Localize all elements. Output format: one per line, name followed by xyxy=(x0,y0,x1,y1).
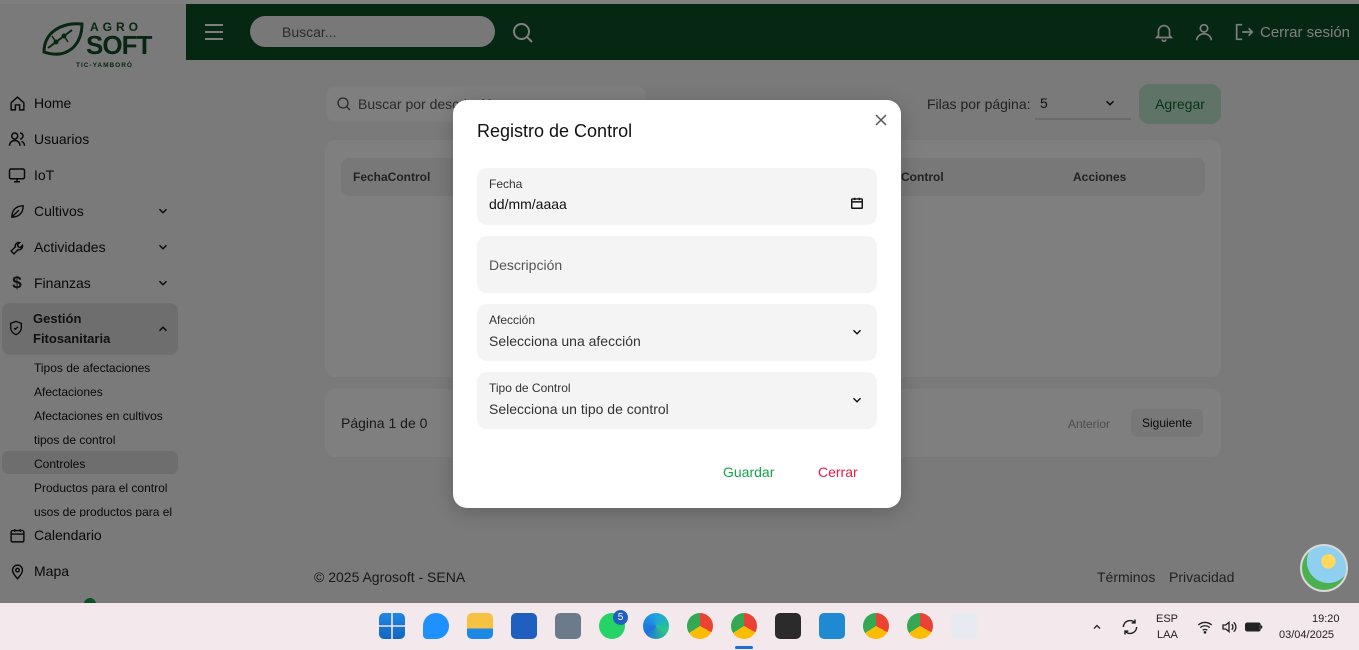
afeccion-select[interactable]: Afección Selecciona una afección xyxy=(477,304,877,361)
volume-icon[interactable] xyxy=(1221,620,1237,634)
tipo-control-select[interactable]: Tipo de Control Selecciona un tipo de co… xyxy=(477,372,877,429)
modal-title: Registro de Control xyxy=(477,121,633,141)
chevron-up-icon[interactable] xyxy=(1091,621,1103,633)
clock-date[interactable]: 03/04/2025 xyxy=(1279,629,1334,641)
descripcion-field[interactable]: Descripción xyxy=(477,236,877,293)
chrome-profile-photo-icon[interactable] xyxy=(907,613,933,639)
windows-taskbar: 5 ESP LAA 19:20 03/04/2025 xyxy=(0,603,1359,650)
tipo-control-label: Tipo de Control xyxy=(489,381,571,395)
snipping-tool-icon[interactable] xyxy=(951,613,977,639)
fecha-field[interactable]: Fecha dd/mm/aaaa xyxy=(477,168,877,225)
whatsapp-badge: 5 xyxy=(613,610,628,625)
battery-icon[interactable] xyxy=(1245,621,1263,633)
control-registration-modal: Registro de Control Fecha dd/mm/aaaa Des… xyxy=(453,100,901,508)
language-top[interactable]: ESP xyxy=(1156,613,1178,625)
edge-icon[interactable] xyxy=(643,613,669,639)
fecha-label: Fecha xyxy=(489,177,523,191)
close-button[interactable]: Cerrar xyxy=(818,464,858,480)
descripcion-placeholder: Descripción xyxy=(489,257,563,273)
chrome-profile-n-icon[interactable] xyxy=(863,613,889,639)
chevron-down-icon xyxy=(852,397,862,403)
chevron-down-icon xyxy=(852,329,862,335)
chrome-icon[interactable] xyxy=(687,613,713,639)
language-bottom[interactable]: LAA xyxy=(1157,629,1178,641)
afeccion-label: Afección xyxy=(489,313,536,327)
chrome-profile-icon[interactable] xyxy=(731,613,757,639)
terminal-icon[interactable] xyxy=(775,613,801,639)
active-app-indicator xyxy=(735,646,753,649)
assistant-avatar[interactable] xyxy=(1300,544,1348,592)
store-icon[interactable] xyxy=(511,613,537,639)
wifi-icon[interactable] xyxy=(1197,620,1213,634)
clock-time[interactable]: 19:20 xyxy=(1312,613,1340,625)
windows-start-icon[interactable] xyxy=(379,613,405,639)
app-blue-drop-icon[interactable] xyxy=(423,613,449,639)
tipo-control-value: Selecciona un tipo de control xyxy=(489,401,669,417)
calendar-icon[interactable] xyxy=(850,196,864,210)
file-explorer-icon[interactable] xyxy=(467,613,493,639)
calculator-icon[interactable] xyxy=(555,613,581,639)
fecha-value: dd/mm/aaaa xyxy=(489,196,567,212)
save-button[interactable]: Guardar xyxy=(723,464,774,480)
afeccion-value: Selecciona una afección xyxy=(489,333,641,349)
vscode-icon[interactable] xyxy=(819,613,845,639)
close-icon[interactable] xyxy=(875,114,887,126)
sync-icon[interactable] xyxy=(1120,617,1140,637)
